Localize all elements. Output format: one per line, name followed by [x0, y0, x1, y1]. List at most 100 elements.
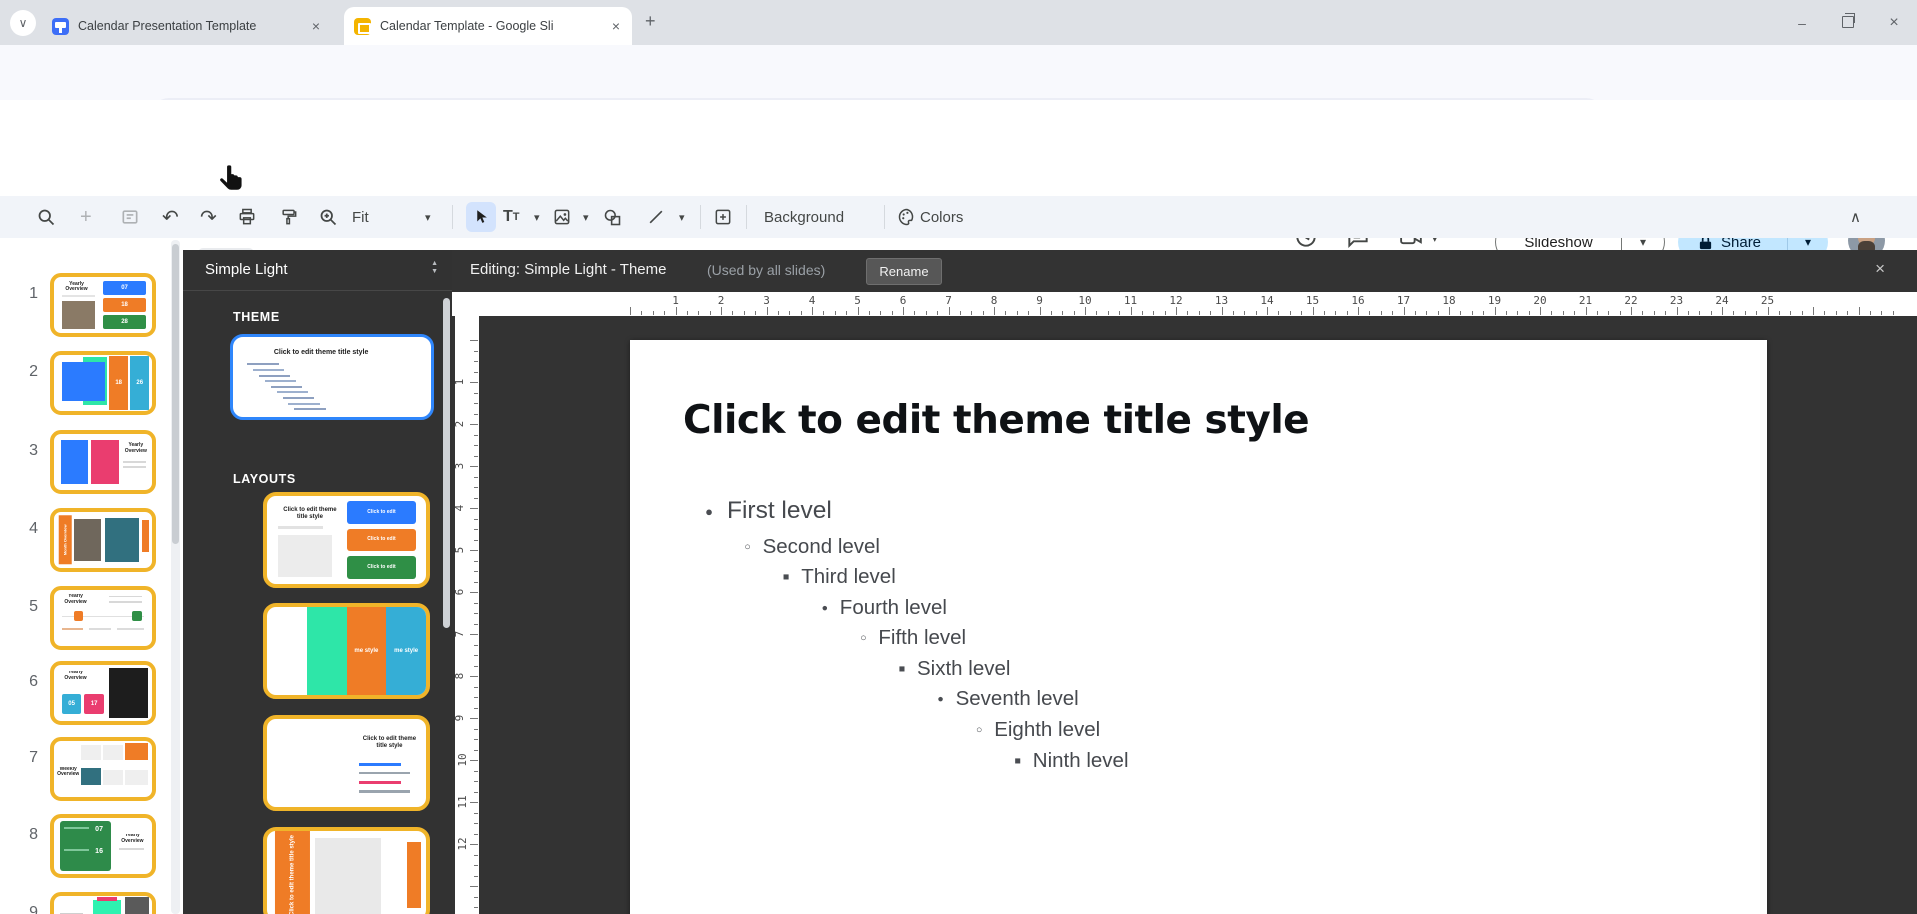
ruler-tick	[858, 307, 859, 315]
theme-colors-icon[interactable]	[897, 196, 917, 238]
thumbnail-block: Yearly Overview	[62, 671, 89, 681]
bullet-marker-icon: ■	[778, 571, 794, 583]
restore-icon[interactable]	[1825, 15, 1871, 31]
ruler-tick	[892, 311, 893, 315]
collapse-toolbar-chevron-icon[interactable]: ∧	[1850, 196, 1861, 238]
slide-thumbnail-6[interactable]: Yearly Overview0517	[50, 661, 156, 725]
ruler-tick	[767, 307, 768, 315]
search-menus-icon[interactable]	[36, 196, 57, 238]
undo-icon[interactable]: ↶	[162, 196, 179, 238]
image-caret-icon[interactable]: ▾	[583, 196, 589, 238]
zoom-select[interactable]: Fit	[352, 196, 369, 238]
ruler-tick	[474, 708, 478, 709]
slide-thumbnail-9[interactable]	[50, 892, 156, 914]
paint-format-icon[interactable]	[279, 196, 299, 238]
redo-icon[interactable]: ↷	[200, 196, 217, 238]
layout-thumbnail-1[interactable]: Click to edit theme title styleClick to …	[263, 492, 430, 588]
line-caret-icon[interactable]: ▾	[679, 196, 685, 238]
thumbnail-block	[117, 628, 144, 630]
insert-comment-icon[interactable]	[713, 196, 733, 238]
ruler-tick	[470, 466, 478, 467]
insert-line-icon[interactable]	[646, 196, 666, 238]
colors-button[interactable]: Colors	[920, 196, 963, 238]
ruler-number: 1	[672, 294, 679, 307]
ruler-tick	[1779, 311, 1780, 315]
slide-thumbnail-1[interactable]: Yearly Overview071828	[50, 273, 156, 337]
bullet-level-9[interactable]: ■Ninth level	[1010, 749, 1129, 773]
zoom-caret-icon[interactable]: ▾	[425, 196, 431, 238]
ruler-tick	[470, 508, 478, 509]
ruler-tick	[653, 311, 654, 315]
bullet-level-6[interactable]: ■Sixth level	[894, 657, 1010, 681]
slide-thumbnail-8[interactable]: 0716Yearly Overview	[50, 814, 156, 878]
ruler-tick	[1165, 311, 1166, 315]
ruler-tick	[474, 477, 478, 478]
ruler-tick	[474, 540, 478, 541]
tab-close-icon[interactable]: ×	[310, 18, 322, 34]
slide-thumbnail-4[interactable]: Month Overview	[50, 508, 156, 572]
ruler-tick	[1495, 307, 1496, 315]
ruler-tick	[1881, 311, 1882, 315]
slide-thumbnail-7[interactable]: Weekly Overview	[50, 737, 156, 801]
ruler-tick	[474, 603, 478, 604]
tab-search-button[interactable]: ∨	[10, 10, 36, 36]
bullet-level-2[interactable]: ○Second level	[740, 535, 880, 559]
spinner-down-icon[interactable]: ▼	[431, 268, 438, 276]
theme-master-thumbnail[interactable]: Click to edit theme title style	[230, 334, 434, 420]
close-window-icon[interactable]: ×	[1871, 14, 1917, 32]
ruler-number: 4	[809, 294, 816, 307]
slide-thumbnail-5[interactable]: Yearly Overview	[50, 586, 156, 650]
editor-canvas: Editing: Simple Light - Theme (Used by a…	[452, 250, 1917, 914]
bullet-level-7[interactable]: ●Seventh level	[933, 687, 1079, 711]
rename-button[interactable]: Rename	[866, 258, 942, 285]
ruler-tick	[721, 307, 722, 315]
theme-panel-scrollbar[interactable]	[443, 298, 450, 628]
ruler-tick	[1404, 307, 1405, 315]
bullet-level-1[interactable]: ●First level	[701, 497, 832, 525]
ruler-tick	[1722, 307, 1723, 315]
text-box-icon[interactable]: TT	[503, 196, 520, 238]
ruler-number: 20	[1533, 294, 1546, 307]
close-theme-editor-icon[interactable]: ×	[1875, 259, 1885, 279]
bullet-level-8[interactable]: ○Eighth level	[971, 718, 1100, 742]
filmstrip-scrollbar-thumb[interactable]	[172, 244, 179, 544]
select-tool-icon[interactable]	[466, 202, 496, 232]
ruler-tick	[1711, 311, 1712, 315]
thumbnail-block	[359, 781, 400, 784]
ruler-tick	[474, 897, 478, 898]
layout-thumbnail-4[interactable]: Click to edit theme title style	[263, 827, 430, 914]
slide-thumbnail-2[interactable]: 1826	[50, 351, 156, 415]
new-tab-button[interactable]: +	[645, 11, 656, 32]
slide-number: 2	[14, 363, 38, 381]
ruler-tick	[1051, 311, 1052, 315]
text-caret-icon[interactable]: ▾	[534, 196, 540, 238]
layout-thumbnail-2[interactable]: me styleme style	[263, 603, 430, 699]
zoom-in-icon[interactable]	[318, 196, 339, 238]
insert-shape-icon[interactable]	[602, 196, 623, 238]
bullet-text: Third level	[801, 565, 896, 589]
tab-inactive[interactable]: Calendar Presentation Template ×	[42, 7, 332, 45]
tab-close-icon[interactable]: ×	[610, 18, 622, 34]
slide-editing-area[interactable]: Click to edit theme title style ●First l…	[630, 340, 1767, 914]
insert-image-icon[interactable]	[552, 196, 572, 238]
bullet-level-5[interactable]: ○Fifth level	[855, 626, 966, 650]
bullet-level-3[interactable]: ■ Third level	[778, 565, 896, 589]
print-icon[interactable]	[237, 196, 257, 238]
spinner-up-icon[interactable]: ▲	[431, 260, 438, 268]
ruler-tick	[474, 907, 478, 908]
thumbnail-block	[259, 375, 291, 377]
tab-active[interactable]: Calendar Template - Google Sli ×	[344, 7, 632, 45]
bullet-level-4[interactable]: ●Fourth level	[817, 596, 947, 620]
slide-title-placeholder[interactable]: Click to edit theme title style	[683, 398, 1309, 443]
minimize-icon[interactable]: –	[1779, 15, 1825, 31]
layout-thumbnail-3[interactable]: Click to edit theme title style	[263, 715, 430, 811]
background-button[interactable]: Background	[764, 196, 844, 238]
ruler-tick	[474, 571, 478, 572]
slide-thumbnail-3[interactable]: Yearly Overview	[50, 430, 156, 494]
slide-number: 7	[14, 749, 38, 767]
ruler-number: 11	[1124, 294, 1137, 307]
theme-spinner-icon[interactable]: ▲ ▼	[431, 260, 438, 276]
ruler-tick	[1551, 311, 1552, 315]
ruler-number: 22	[1624, 294, 1637, 307]
ruler-tick	[470, 634, 478, 635]
